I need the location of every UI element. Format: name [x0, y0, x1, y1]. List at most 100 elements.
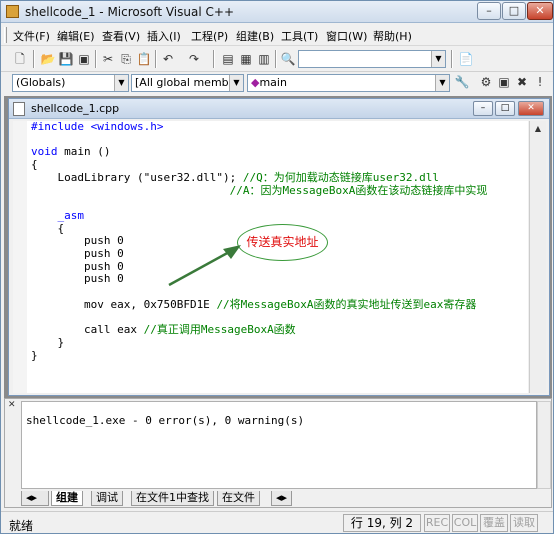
- toolbar-separator: [275, 50, 277, 68]
- menu-bar: 文件(F) 编辑(E) 查看(V) 插入(I) 工程(P) 组建(B) 工具(T…: [1, 24, 553, 46]
- output-text-area[interactable]: shellcode_1.exe - 0 error(s), 0 warning(…: [21, 401, 537, 489]
- code-keyword: void: [31, 145, 58, 159]
- menu-help[interactable]: 帮助(H): [373, 28, 412, 44]
- code-line: {: [31, 221, 65, 235]
- tab-scroll-arrows[interactable]: ◂▸: [271, 491, 293, 506]
- status-bar: 就绪 行 19, 列 2 REC COL 覆盖 读取: [1, 511, 553, 533]
- code-line: call eax: [31, 323, 144, 337]
- workspace-icon[interactable]: ▤: [219, 50, 237, 68]
- status-overwrite: 覆盖: [480, 514, 508, 532]
- code-line: push 0: [31, 259, 124, 273]
- menu-tools[interactable]: 工具(T): [281, 28, 318, 44]
- window-list-icon[interactable]: ▥: [255, 50, 273, 68]
- output-window-icon[interactable]: ▦: [237, 50, 255, 68]
- find-combo[interactable]: ▼: [298, 50, 446, 68]
- title-bar[interactable]: shellcode_1 - Microsoft Visual C++ – □ ✕: [1, 1, 553, 23]
- code-line: #include <windows.h>: [31, 120, 164, 133]
- standard-toolbar: 🗋 📂 💾 ▣ ✂ ⎘ 📋 ↶ ↷ ▤ ▦ ▥ 🔍 ▼ 📄: [1, 47, 553, 72]
- menu-project[interactable]: 工程(P): [191, 28, 228, 44]
- toolbar-separator: [213, 50, 215, 68]
- paste-icon[interactable]: 📋: [135, 50, 153, 68]
- main-window: shellcode_1 - Microsoft Visual C++ – □ ✕…: [0, 0, 554, 534]
- tab-find-in-files-2[interactable]: 在文件: [217, 491, 260, 506]
- cut-icon[interactable]: ✂: [99, 50, 117, 68]
- code-line: {: [31, 158, 38, 172]
- toolbar-separator: [95, 50, 97, 68]
- code-line: push 0: [31, 247, 124, 261]
- code-line: }: [31, 335, 65, 349]
- build-result-line: shellcode_1.exe - 0 error(s), 0 warning(…: [26, 414, 305, 427]
- close-icon[interactable]: ✕: [8, 400, 16, 410]
- find-icon[interactable]: 📄: [457, 50, 475, 68]
- code-line: }: [31, 348, 38, 362]
- toolbar-separator: [451, 50, 453, 68]
- build-icon[interactable]: ▣: [495, 73, 513, 91]
- status-readonly: 读取: [510, 514, 538, 532]
- document-icon: [13, 102, 25, 116]
- tab-build[interactable]: 组建: [51, 491, 83, 506]
- wizard-action-icon[interactable]: 🔧: [453, 73, 471, 91]
- menu-file[interactable]: 文件(F): [13, 28, 50, 44]
- wizard-bar: (Globals) ▼ [All global members ▼ ◆main ▼ 🔧…: [1, 72, 553, 94]
- close-button[interactable]: ✕: [527, 2, 553, 20]
- menu-grip: [4, 27, 7, 43]
- app-icon: [6, 5, 19, 18]
- code-line: push 0: [31, 272, 124, 286]
- doc-close-button[interactable]: ✕: [518, 101, 544, 116]
- menu-build[interactable]: 组建(B): [236, 28, 274, 44]
- class-combo-value: (Globals): [16, 76, 66, 89]
- tab-find-in-files-1[interactable]: 在文件1中查找: [131, 491, 214, 506]
- tab-debug[interactable]: 调试: [91, 491, 123, 506]
- window-title: shellcode_1 - Microsoft Visual C++: [25, 5, 234, 19]
- copy-icon[interactable]: ⎘: [117, 50, 135, 68]
- maximize-button[interactable]: □: [502, 2, 526, 20]
- code-comment: //真正调用MessageBoxA函数: [143, 323, 296, 337]
- editor-scrollbar[interactable]: ▲: [529, 121, 546, 393]
- toolbar-separator: [33, 50, 35, 68]
- document-title-bar[interactable]: shellcode_1.cpp – □ ✕: [9, 99, 549, 119]
- code-line: mov eax, 0x750BFD1E: [31, 297, 217, 311]
- new-file-icon[interactable]: 🗋: [11, 50, 29, 68]
- output-scrollbar[interactable]: [537, 401, 551, 489]
- function-combo[interactable]: ◆main ▼: [247, 74, 450, 92]
- code-comment: //Q：为何加载动态链接库user32.dll: [242, 170, 440, 184]
- minimize-button[interactable]: –: [477, 2, 501, 20]
- menu-view[interactable]: 查看(V): [102, 28, 140, 44]
- output-panel: ✕ shellcode_1.exe - 0 error(s), 0 warnin…: [4, 398, 552, 508]
- chevron-down-icon[interactable]: ▼: [435, 75, 449, 91]
- stop-build-icon[interactable]: ✖: [513, 73, 531, 91]
- undo-icon[interactable]: ↶: [159, 50, 177, 68]
- status-message: 就绪: [9, 519, 34, 533]
- class-combo[interactable]: (Globals) ▼: [12, 74, 129, 92]
- function-combo-value: main: [259, 76, 287, 89]
- code-comment: //A：因为MessageBoxA函数在该动态链接库中实现: [31, 183, 488, 197]
- find-in-files-icon[interactable]: 🔍: [279, 50, 297, 68]
- chevron-down-icon[interactable]: ▼: [431, 51, 445, 67]
- menu-window[interactable]: 窗口(W): [326, 28, 367, 44]
- chevron-down-icon[interactable]: ▼: [229, 75, 243, 91]
- menu-edit[interactable]: 编辑(E): [57, 28, 95, 44]
- redo-icon[interactable]: ↷: [185, 50, 203, 68]
- open-icon[interactable]: 📂: [39, 50, 57, 68]
- compile-icon[interactable]: ⚙: [477, 73, 495, 91]
- code-keyword: _asm: [31, 208, 84, 222]
- filter-combo[interactable]: [All global members ▼: [131, 74, 244, 92]
- status-rec: REC: [424, 514, 450, 532]
- document-title: shellcode_1.cpp: [31, 102, 120, 115]
- execute-icon[interactable]: !: [531, 73, 549, 91]
- chevron-down-icon[interactable]: ▼: [114, 75, 128, 91]
- filter-combo-value: [All global members: [135, 76, 244, 89]
- code-line: main (): [57, 145, 111, 159]
- doc-maximize-button[interactable]: □: [495, 101, 515, 116]
- save-icon[interactable]: 💾: [57, 50, 75, 68]
- output-tab-strip: ◂▸ 组建 调试 在文件1中查找 在文件 ◂▸: [21, 491, 551, 506]
- menu-insert[interactable]: 插入(I): [147, 28, 181, 44]
- tab-nav-arrows[interactable]: ◂▸: [21, 491, 49, 506]
- scroll-up-icon[interactable]: ▲: [530, 121, 546, 137]
- status-col: COL: [452, 514, 478, 532]
- save-all-icon[interactable]: ▣: [75, 50, 93, 68]
- code-comment: //将MessageBoxA函数的真实地址传送到eax寄存器: [216, 297, 477, 311]
- doc-minimize-button[interactable]: –: [473, 101, 493, 116]
- toolbar-separator: [155, 50, 157, 68]
- cursor-position: 行 19, 列 2: [343, 514, 421, 532]
